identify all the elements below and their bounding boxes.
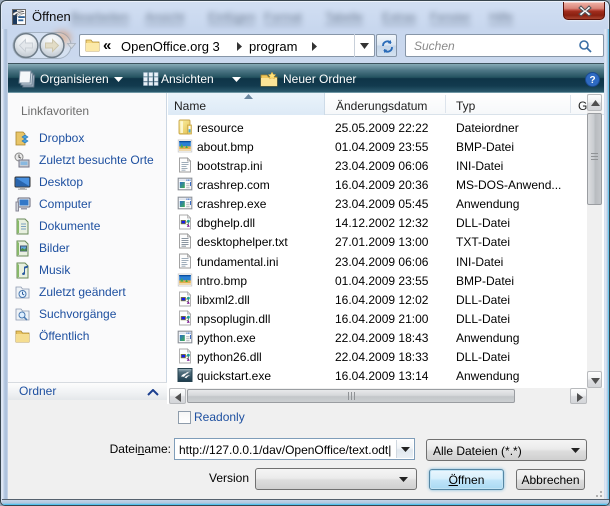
svg-text:?: ? <box>589 75 595 86</box>
